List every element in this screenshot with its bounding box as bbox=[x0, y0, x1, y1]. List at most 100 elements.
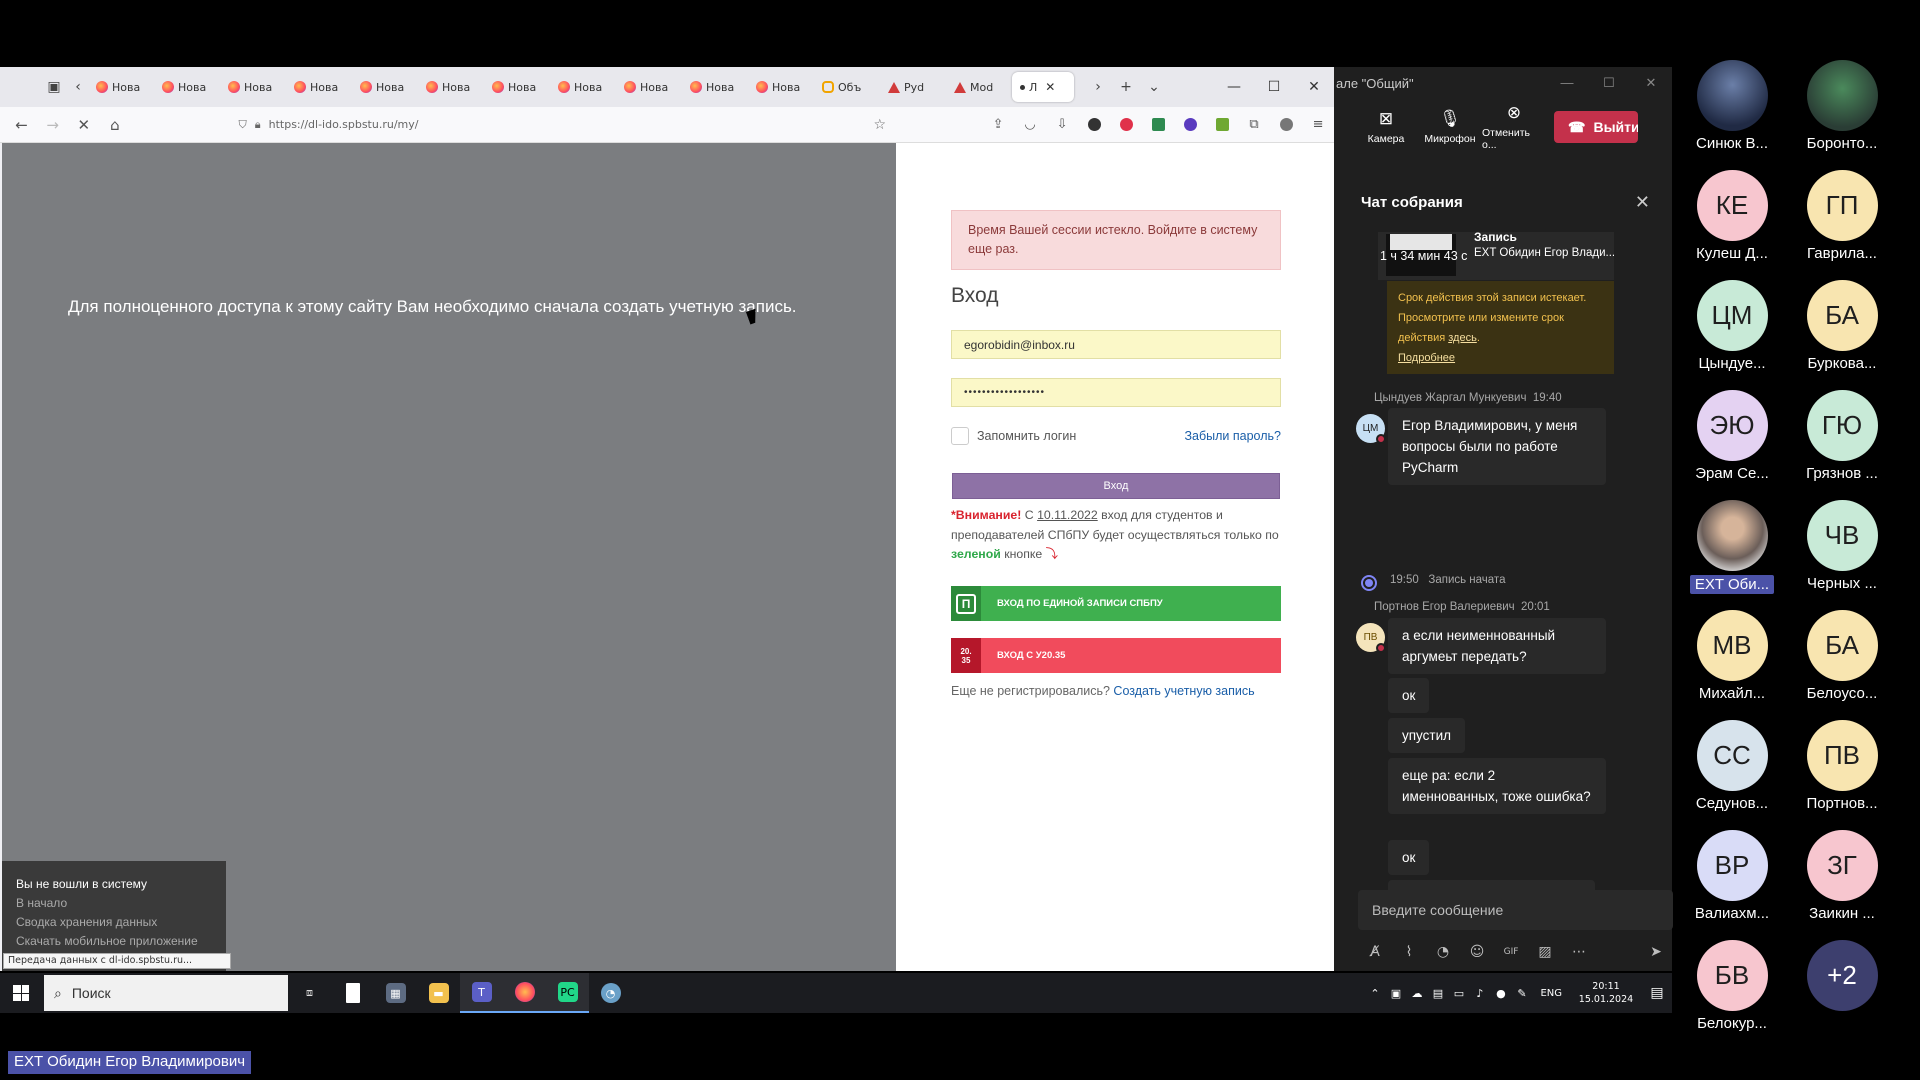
message-input[interactable]: Введите сообщение bbox=[1358, 890, 1673, 930]
address-bar[interactable]: ⛉ 🔒︎ https://dl-ido.spbstu.ru/my/ ☆ bbox=[231, 111, 893, 139]
stop-sharing-button[interactable]: ⊗ Отменить о... bbox=[1482, 103, 1546, 151]
extension-icon[interactable] bbox=[1078, 107, 1110, 143]
forgot-password-link[interactable]: Забыли пароль? bbox=[1184, 429, 1281, 443]
tab-12[interactable]: Pyd bbox=[880, 72, 946, 102]
new-tab-icon[interactable]: + bbox=[1112, 67, 1140, 107]
more-options-icon[interactable]: ⋯ bbox=[1562, 944, 1596, 960]
taskbar-notepad[interactable] bbox=[331, 973, 374, 1013]
recording-thumbnail[interactable]: 1 ч 34 мин 43 с bbox=[1380, 234, 1467, 276]
expiry-here-link[interactable]: здесь bbox=[1448, 332, 1477, 344]
participant-tile[interactable]: БВ Белокур... bbox=[1678, 940, 1786, 1040]
chat-message[interactable]: еще ра: если 2 именнованных, тоже ошибка… bbox=[1388, 758, 1606, 814]
taskbar-teams[interactable]: T bbox=[460, 973, 503, 1013]
tab-close-icon[interactable]: ✕ bbox=[1045, 80, 1055, 94]
minimize-icon[interactable]: — bbox=[1214, 67, 1254, 107]
loop-icon[interactable]: ◔ bbox=[1426, 944, 1460, 960]
tab-0[interactable]: Нова bbox=[88, 72, 154, 102]
menu-hamburger-icon[interactable]: ≡ bbox=[1302, 107, 1334, 143]
u2035-sso-button[interactable]: 20. 35 ВХОД С У20.35 bbox=[951, 638, 1281, 673]
avatar[interactable]: ЦМ bbox=[1356, 414, 1386, 444]
password-field[interactable]: •••••••••••••••••• bbox=[951, 378, 1281, 407]
tab-5[interactable]: Нова bbox=[418, 72, 484, 102]
gif-icon[interactable]: GIF bbox=[1494, 947, 1528, 957]
forward-icon[interactable]: → bbox=[37, 107, 68, 143]
login-button[interactable]: Вход bbox=[952, 473, 1280, 499]
taskbar-file-explorer[interactable]: ▬ bbox=[417, 973, 460, 1013]
tab-scroll-right-icon[interactable]: › bbox=[1084, 67, 1112, 107]
extensions-puzzle-icon[interactable]: ⧉ bbox=[1238, 107, 1270, 143]
bookmark-star-icon[interactable]: ☆ bbox=[873, 117, 886, 133]
maximize-icon[interactable]: ☐ bbox=[1254, 67, 1294, 107]
leave-button[interactable]: ☎ Выйти bbox=[1554, 111, 1638, 143]
participant-tile[interactable]: БА Белоусо... bbox=[1788, 610, 1896, 710]
tab-list-chevron-icon[interactable]: ⌄ bbox=[1140, 67, 1168, 107]
tray-app-icon[interactable]: ▣ bbox=[1385, 987, 1406, 1000]
participant-tile[interactable]: КЕ Кулеш Д... bbox=[1678, 170, 1786, 270]
volume-icon[interactable]: ♪ bbox=[1469, 987, 1490, 1000]
cloud-icon[interactable]: ☁ bbox=[1406, 987, 1427, 1000]
back-icon[interactable]: ← bbox=[6, 107, 37, 143]
tab-overview-icon[interactable]: ▣ bbox=[40, 67, 68, 107]
expiry-more-link[interactable]: Подробнее bbox=[1398, 352, 1455, 364]
maximize-icon[interactable]: ☐ bbox=[1588, 75, 1630, 91]
remember-checkbox[interactable] bbox=[951, 427, 969, 445]
tab-6[interactable]: Нова bbox=[484, 72, 550, 102]
tab-1[interactable]: Нова bbox=[154, 72, 220, 102]
start-button[interactable] bbox=[0, 973, 42, 1013]
taskbar-app[interactable]: ◔ bbox=[589, 973, 632, 1013]
recording-card[interactable]: 1 ч 34 мин 43 с Запись EXT Обидин Егор В… bbox=[1378, 232, 1614, 280]
pen-icon[interactable]: ✎ bbox=[1511, 987, 1532, 1000]
notifications-icon[interactable]: ▤ bbox=[1642, 985, 1672, 1001]
taskbar-firefox[interactable] bbox=[503, 973, 546, 1013]
tray-app-icon[interactable]: ▤ bbox=[1427, 987, 1448, 1000]
close-window-icon[interactable]: ✕ bbox=[1630, 75, 1672, 91]
participant-tile[interactable]: ЦМ Цындуе... bbox=[1678, 280, 1786, 380]
menu-link-data-retention[interactable]: Сводка хранения данных bbox=[16, 913, 212, 932]
extension-icon[interactable] bbox=[1142, 107, 1174, 143]
chevron-up-icon[interactable]: ⌃ bbox=[1364, 987, 1385, 1000]
lock-icon[interactable]: 🔒︎ bbox=[255, 118, 261, 132]
tab-3[interactable]: Нова bbox=[286, 72, 352, 102]
chat-message[interactable]: Егор Владимирович, у меня вопросы были п… bbox=[1388, 408, 1606, 485]
url-text[interactable]: https://dl-ido.spbstu.ru/my/ bbox=[269, 118, 419, 131]
taskbar-search[interactable]: ⌕ Поиск bbox=[44, 975, 288, 1011]
more-participants-button[interactable]: +2 bbox=[1788, 940, 1896, 1040]
tab-10[interactable]: Нова bbox=[748, 72, 814, 102]
chat-message[interactable]: упустил bbox=[1388, 718, 1466, 753]
adblock-icon[interactable] bbox=[1110, 107, 1142, 143]
input-language[interactable]: ENG bbox=[1540, 988, 1562, 999]
tab-9[interactable]: Нова bbox=[682, 72, 748, 102]
tab-8[interactable]: Нова bbox=[616, 72, 682, 102]
microphone-button[interactable]: 🎙︎ Микрофон bbox=[1418, 109, 1482, 145]
downloads-icon[interactable]: ⇩ bbox=[1046, 107, 1078, 143]
pocket-icon[interactable]: ◡ bbox=[1014, 107, 1046, 143]
taskbar-calculator[interactable]: ▦ bbox=[374, 973, 417, 1013]
tab-11[interactable]: Объ bbox=[814, 72, 880, 102]
taskbar-pycharm[interactable]: PC bbox=[546, 973, 589, 1013]
send-icon[interactable]: ➤ bbox=[1639, 944, 1673, 960]
task-view-button[interactable]: ⧈ bbox=[288, 973, 331, 1013]
tab-13[interactable]: Mod bbox=[946, 72, 1012, 102]
create-account-link[interactable]: Создать учетную запись bbox=[1113, 684, 1254, 698]
tab-active[interactable]: Л ✕ bbox=[1012, 72, 1074, 102]
chat-message[interactable]: ок bbox=[1388, 840, 1430, 875]
participant-tile[interactable]: ЭЮ Эрам Се... bbox=[1678, 390, 1786, 490]
emoji-icon[interactable]: ☺ bbox=[1460, 944, 1494, 960]
camera-button[interactable]: ⊠ Камера bbox=[1354, 109, 1418, 145]
participant-tile[interactable]: EXT Оби... bbox=[1678, 500, 1786, 600]
menu-link-mobile-app[interactable]: Скачать мобильное приложение bbox=[16, 932, 212, 951]
close-icon[interactable]: ✕ bbox=[1635, 192, 1650, 213]
remember-label[interactable]: Запомнить логин bbox=[977, 429, 1076, 443]
extension-icon[interactable] bbox=[1270, 107, 1302, 143]
participant-tile[interactable]: Синюк В... bbox=[1678, 60, 1786, 160]
shield-icon[interactable]: ⛉ bbox=[239, 118, 247, 132]
clock[interactable]: 20:11 15.01.2024 bbox=[1570, 980, 1642, 1006]
menu-link-home[interactable]: В начало bbox=[16, 894, 212, 913]
home-icon[interactable]: ⌂ bbox=[99, 107, 130, 143]
username-field[interactable]: egorobidin@inbox.ru bbox=[951, 330, 1281, 359]
participant-tile[interactable]: ЧВ Черных ... bbox=[1788, 500, 1896, 600]
tab-scroll-left-icon[interactable]: ‹ bbox=[68, 67, 88, 107]
extension-icon[interactable] bbox=[1206, 107, 1238, 143]
participant-tile[interactable]: ГП Гаврила... bbox=[1788, 170, 1896, 270]
avatar[interactable]: ПВ bbox=[1356, 623, 1386, 653]
